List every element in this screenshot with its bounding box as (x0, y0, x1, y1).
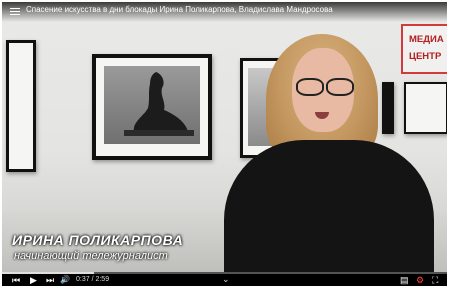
volume-icon[interactable]: 🔊 (60, 275, 70, 285)
video-title[interactable]: Спасение искусства в дни блокады Ирина П… (26, 5, 333, 14)
settings-icon[interactable]: ⚙ (416, 275, 424, 285)
chevron-down-icon[interactable]: ⌄ (222, 274, 230, 285)
framed-photo-narrow (382, 82, 394, 134)
playlist-icon[interactable] (10, 8, 20, 16)
time-display: 0:37 / 2:59 (76, 276, 110, 283)
title-bar: Спасение искусства в дни блокады Ирина П… (2, 2, 447, 22)
skip-forward-icon[interactable]: ⏭ (46, 275, 54, 285)
logo-line2: ЦЕНТР (409, 51, 442, 62)
skip-back-icon[interactable]: ⏮ (12, 275, 20, 285)
lower-third-role: начинающий тележурналист (14, 250, 168, 262)
lower-third-name: ИРИНА ПОЛИКАРПОВА (12, 232, 184, 248)
video-frame[interactable]: МЕДИА ЦЕНТР ИРИНА ПОЛИКАРПОВА начинающий… (2, 2, 447, 272)
fullscreen-icon[interactable]: ⛶ (432, 275, 438, 285)
sculpture-photo (104, 66, 200, 144)
video-player[interactable]: МЕДИА ЦЕНТР ИРИНА ПОЛИКАРПОВА начинающий… (2, 2, 447, 286)
play-icon[interactable]: ▶ (30, 275, 37, 285)
presenter-glasses (294, 78, 354, 96)
framed-photo-center (92, 54, 212, 160)
control-bar: ⏮ ▶ ⏭ 🔊 0:37 / 2:59 ⌄ ▤ ⚙ ⛶ (2, 274, 447, 286)
logo-line1: МЕДИА (409, 34, 444, 45)
framed-photo-far-right (404, 82, 447, 134)
channel-logo: МЕДИА ЦЕНТР (401, 24, 447, 74)
subtitles-icon[interactable]: ▤ (400, 275, 409, 285)
framed-photo-left (6, 40, 36, 172)
presenter-body (224, 140, 434, 272)
